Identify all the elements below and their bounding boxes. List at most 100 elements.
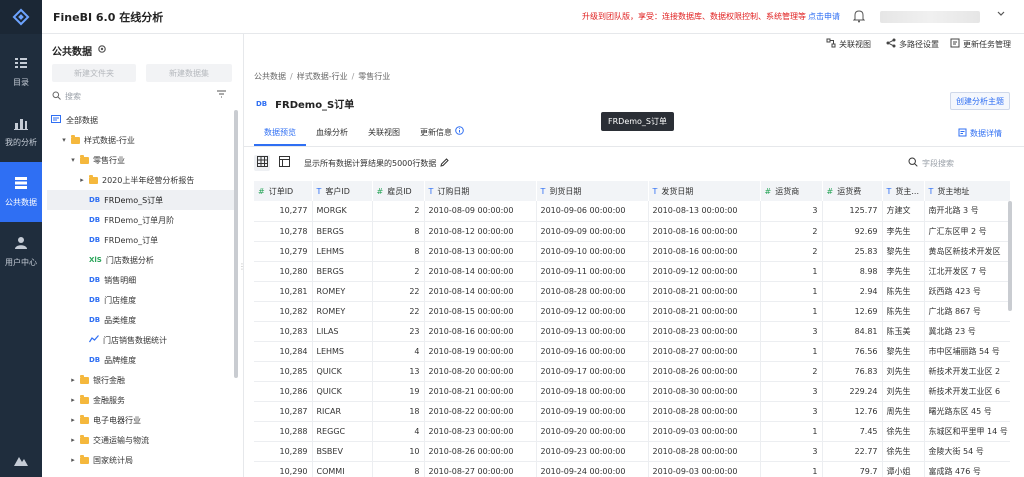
table-cell: 22.77	[822, 441, 883, 462]
table-cell: 8	[372, 241, 425, 262]
table-cell: 刘先生	[882, 381, 925, 402]
rail-item-user-center[interactable]: 用户中心	[0, 222, 42, 282]
data-tree-panel: 公共数据 新建文件夹 新建数据集 搜索 全部数据 ▾ 样式数据-行业 ▾ 零售行业 ▸ 20…	[42, 34, 244, 477]
tree-item[interactable]: DB 品类维度	[47, 310, 235, 330]
rail-item-public-data[interactable]: 公共数据	[0, 162, 42, 222]
tree-item[interactable]: XlS 门店数据分析	[47, 250, 235, 270]
column-header-label: 运货商	[775, 186, 800, 196]
tab-update-info[interactable]: 更新信息	[410, 126, 474, 146]
table-view-button[interactable]	[276, 155, 292, 171]
table-cell: 25.83	[822, 241, 883, 262]
column-header[interactable]: T 发货日期	[648, 181, 761, 201]
column-header[interactable]: # 雇员ID	[372, 181, 425, 201]
column-header[interactable]: T 货主...	[882, 181, 925, 201]
breadcrumb-item[interactable]: 零售行业	[358, 72, 390, 81]
tree-item[interactable]: DB FRDemo_S订单	[47, 190, 235, 210]
new-dataset-button[interactable]: 新建数据集	[146, 64, 232, 82]
table-row: 10,279 LEHMS 8 2010-08-13 00:00:00 2010-09-1…	[254, 241, 1010, 262]
tree-search-input[interactable]: 搜索	[52, 88, 212, 104]
tree-item[interactable]: 门店销售数据统计	[47, 330, 235, 350]
tree-item[interactable]: ▸ 金融服务	[47, 390, 235, 410]
gear-icon[interactable]	[97, 44, 107, 57]
rail-item-my-analysis[interactable]: 我的分析	[0, 102, 42, 162]
tree-item[interactable]: ▾ 零售行业	[47, 150, 235, 170]
tree-scrollbar[interactable]	[234, 110, 238, 378]
table-cell: 2010-08-22 00:00:00	[424, 401, 537, 422]
tree-item[interactable]: ▸ 交通运输与物流	[47, 430, 235, 450]
chevron-down-icon[interactable]	[996, 9, 1006, 22]
table-cell: LEHMS	[312, 241, 373, 262]
caret-right-icon[interactable]: ▸	[78, 176, 86, 184]
column-header[interactable]: T 订购日期	[424, 181, 537, 201]
column-header[interactable]: T 货主地址	[924, 181, 1010, 201]
new-folder-button[interactable]: 新建文件夹	[52, 64, 136, 82]
table-cell: 2010-08-21 00:00:00	[648, 301, 761, 322]
column-header[interactable]: # 订单ID	[254, 181, 313, 201]
tree-item[interactable]: ▾ 样式数据-行业	[47, 130, 235, 150]
table-cell: 2.94	[822, 281, 883, 302]
tree-item[interactable]: 全部数据	[47, 110, 235, 130]
data-detail-link[interactable]: 数据详情	[958, 128, 1002, 139]
apply-link[interactable]: 点击申请	[808, 11, 840, 22]
caret-right-icon[interactable]: ▸	[69, 436, 77, 444]
tree-item[interactable]: DB FRDemo_订单	[47, 230, 235, 250]
table-cell: 新技术开发工业区 6	[924, 381, 1010, 402]
tab-data-preview[interactable]: 数据预览	[254, 126, 306, 146]
field-search-input[interactable]: 字段搜索	[908, 155, 1008, 171]
breadcrumb-item[interactable]: 样式数据-行业	[297, 72, 348, 81]
column-header[interactable]: T 客户ID	[312, 181, 373, 201]
table-cell: 10,286	[254, 381, 313, 402]
tree-item[interactable]: ▸ 2020上半年经营分析报告	[47, 170, 235, 190]
multipath-settings-button[interactable]: 多路径设置	[886, 38, 939, 50]
rail-item-catalog[interactable]: 目录	[0, 42, 42, 102]
table-scrollbar[interactable]	[1008, 201, 1012, 311]
tab-relation-view[interactable]: 关联视图	[358, 126, 410, 146]
table-cell: 8	[372, 461, 425, 477]
caret-right-icon[interactable]: ▸	[69, 416, 77, 424]
table-cell: 22	[372, 301, 425, 322]
grid-view-button[interactable]	[254, 155, 270, 171]
tree-item[interactable]: DB 门店维度	[47, 290, 235, 310]
bell-icon[interactable]	[852, 9, 866, 26]
edit-icon[interactable]	[440, 157, 450, 169]
column-header[interactable]: # 运货商	[760, 181, 823, 201]
tree-item[interactable]: DB 品牌维度	[47, 350, 235, 370]
collapse-button[interactable]	[0, 454, 42, 469]
table-cell: 2010-09-11 00:00:00	[536, 261, 649, 282]
table-cell: 曙光路东区 45 号	[924, 401, 1010, 422]
update-task-label: 更新任务管理	[963, 39, 1011, 49]
table-cell: 1	[760, 421, 823, 442]
rail-label: 公共数据	[5, 198, 37, 207]
tree-item[interactable]: DB 销售明细	[47, 270, 235, 290]
finebi-logo-icon[interactable]	[0, 0, 42, 34]
update-task-button[interactable]: 更新任务管理	[950, 38, 1011, 50]
caret-right-icon[interactable]: ▸	[69, 396, 77, 404]
tree-item[interactable]: ▸ 电子电器行业	[47, 410, 235, 430]
text-type-icon: T	[928, 186, 934, 196]
caret-right-icon[interactable]: ▸	[69, 376, 77, 384]
mountain-icon	[14, 454, 28, 469]
relation-view-button[interactable]: 关联视图	[826, 38, 871, 50]
column-header[interactable]: # 运货费	[822, 181, 883, 201]
upgrade-promo-text[interactable]: 升级到团队版，享受：连接数据库、数据权限控制、系统管理等	[582, 11, 806, 22]
avatar[interactable]	[880, 11, 980, 23]
column-header[interactable]: T 到货日期	[536, 181, 649, 201]
table-cell: 2010-08-28 00:00:00	[648, 401, 761, 422]
caret-down-icon[interactable]: ▾	[60, 136, 68, 144]
caret-right-icon[interactable]: ▸	[69, 456, 77, 464]
tree-item[interactable]: DB FRDemo_订单月阶	[47, 210, 235, 230]
tab-lineage[interactable]: 血缘分析	[306, 126, 358, 146]
breadcrumb-item[interactable]: 公共数据	[254, 72, 286, 81]
table-cell: 4	[372, 421, 425, 442]
caret-down-icon[interactable]: ▾	[69, 156, 77, 164]
tree-item[interactable]: ▸ 银行金融	[47, 370, 235, 390]
table-cell: 2010-08-27 00:00:00	[424, 461, 537, 477]
table-cell: 方建文	[882, 201, 925, 222]
app-title: FineBI 6.0 在线分析	[53, 10, 164, 24]
filter-icon[interactable]	[216, 89, 228, 102]
table-cell: 10,285	[254, 361, 313, 382]
table-cell: 92.69	[822, 221, 883, 242]
create-topic-button[interactable]: 创建分析主题	[950, 92, 1010, 110]
tree-item[interactable]: ▸ 国家统计局	[47, 450, 235, 470]
table-cell: 10,290	[254, 461, 313, 477]
